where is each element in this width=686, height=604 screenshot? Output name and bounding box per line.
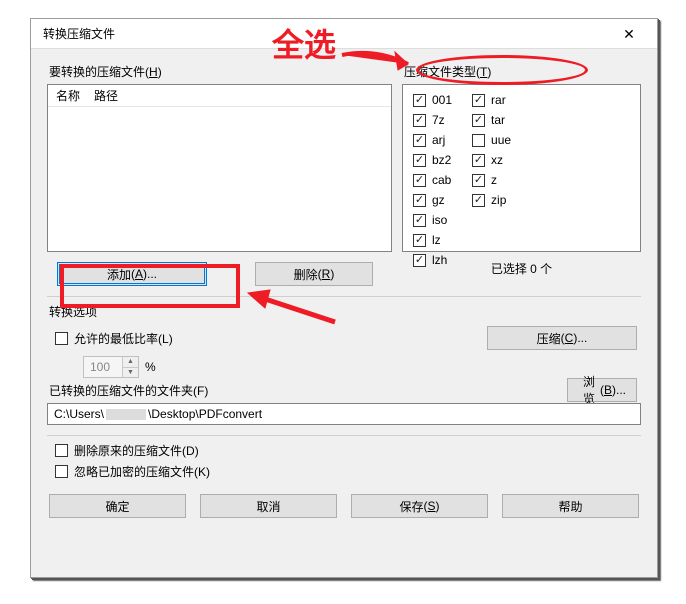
checkbox-icon: ✓ (413, 254, 426, 267)
type-checkbox-iso[interactable]: ✓ iso (413, 211, 452, 229)
type-label: cab (432, 173, 451, 187)
delete-original-checkbox[interactable]: ✓ 删除原来的压缩文件(D) (55, 442, 641, 459)
checkbox-icon: ✓ (413, 174, 426, 187)
checkbox-icon: ✓ (413, 234, 426, 247)
spinner-buttons[interactable]: ▲ ▼ (122, 357, 138, 377)
type-checkbox-arj[interactable]: ✓ arj (413, 131, 452, 149)
type-label: 001 (432, 93, 452, 107)
checkbox-icon: ✓ (472, 94, 485, 107)
archive-types-box: ✓001✓7z✓arj✓bz2✓cab✓gz✓iso✓lz✓lzh✓rar✓ta… (402, 84, 641, 252)
add-button[interactable]: 添加(A)... (57, 262, 207, 286)
type-checkbox-7z[interactable]: ✓ 7z (413, 111, 452, 129)
type-label: z (491, 173, 497, 187)
type-checkbox-tar[interactable]: ✓ tar (472, 111, 511, 129)
checkbox-icon: ✓ (472, 174, 485, 187)
type-label: zip (491, 193, 506, 207)
checkbox-icon: ✓ (472, 154, 485, 167)
ignore-encrypted-checkbox[interactable]: ✓ 忽略已加密的压缩文件(K) (55, 463, 641, 480)
titlebar: 转换压缩文件 ✕ (31, 19, 657, 49)
output-folder-input[interactable]: C:\Users\\Desktop\PDFconvert (47, 403, 641, 425)
checkbox-icon: ✓ (413, 194, 426, 207)
type-label: rar (491, 93, 506, 107)
type-label: lzh (432, 253, 447, 267)
output-folder-label: 已转换的压缩文件的文件夹(F) (49, 382, 641, 399)
listbox-header: 名称 路径 (48, 85, 391, 107)
type-checkbox-lz[interactable]: ✓ lz (413, 231, 452, 249)
redacted-username (106, 409, 146, 420)
type-label: arj (432, 133, 445, 147)
delete-button[interactable]: 删除(R) (255, 262, 373, 286)
type-checkbox-bz2[interactable]: ✓ bz2 (413, 151, 452, 169)
checkbox-icon: ✓ (472, 134, 485, 147)
min-ratio-checkbox[interactable]: ✓ 允许的最低比率(L) (55, 329, 173, 347)
checkbox-icon: ✓ (413, 154, 426, 167)
checkbox-icon: ✓ (413, 134, 426, 147)
col-name: 名称 (56, 87, 80, 104)
cancel-button[interactable]: 取消 (200, 494, 337, 518)
dialog-title: 转换压缩文件 (43, 25, 115, 42)
type-label: lz (432, 233, 441, 247)
browse-button[interactable]: 浏览(B)... (567, 378, 637, 402)
type-label: bz2 (432, 153, 451, 167)
percent-label: % (145, 360, 156, 374)
type-label: 7z (432, 113, 445, 127)
type-checkbox-zip[interactable]: ✓ zip (472, 191, 511, 209)
type-label: gz (432, 193, 445, 207)
type-label: tar (491, 113, 505, 127)
checkbox-icon: ✓ (472, 114, 485, 127)
checkbox-icon: ✓ (413, 94, 426, 107)
checkbox-icon: ✓ (472, 194, 485, 207)
type-label: xz (491, 153, 503, 167)
type-checkbox-001[interactable]: ✓ 001 (413, 91, 452, 109)
ratio-spinner[interactable]: 100 ▲ ▼ % (83, 356, 641, 378)
type-checkbox-rar[interactable]: ✓ rar (472, 91, 511, 109)
files-to-convert-label: 要转换的压缩文件(H) (49, 63, 392, 80)
type-checkbox-gz[interactable]: ✓ gz (413, 191, 452, 209)
convert-archives-dialog: 转换压缩文件 ✕ 要转换的压缩文件(H) 名称 路径 (30, 18, 658, 578)
archive-types-label: 压缩文件类型(T) (404, 63, 641, 80)
spinner-down-icon: ▼ (123, 368, 138, 378)
options-title: 转换选项 (49, 303, 641, 320)
type-label: iso (432, 213, 447, 227)
col-path: 路径 (94, 87, 118, 104)
files-listbox[interactable]: 名称 路径 (47, 84, 392, 252)
checkbox-icon: ✓ (413, 214, 426, 227)
type-checkbox-z[interactable]: ✓z (472, 171, 511, 189)
ok-button[interactable]: 确定 (49, 494, 186, 518)
type-checkbox-lzh[interactable]: ✓ lzh (413, 251, 452, 269)
type-checkbox-uue[interactable]: ✓ uue (472, 131, 511, 149)
help-button[interactable]: 帮助 (502, 494, 639, 518)
type-checkbox-cab[interactable]: ✓ cab (413, 171, 452, 189)
compression-button[interactable]: 压缩(C)... (487, 326, 637, 350)
save-button[interactable]: 保存(S) (351, 494, 488, 518)
spinner-up-icon: ▲ (123, 357, 138, 368)
type-label: uue (491, 133, 511, 147)
type-checkbox-xz[interactable]: ✓ xz (472, 151, 511, 169)
close-icon[interactable]: ✕ (609, 21, 649, 47)
checkbox-icon: ✓ (413, 114, 426, 127)
